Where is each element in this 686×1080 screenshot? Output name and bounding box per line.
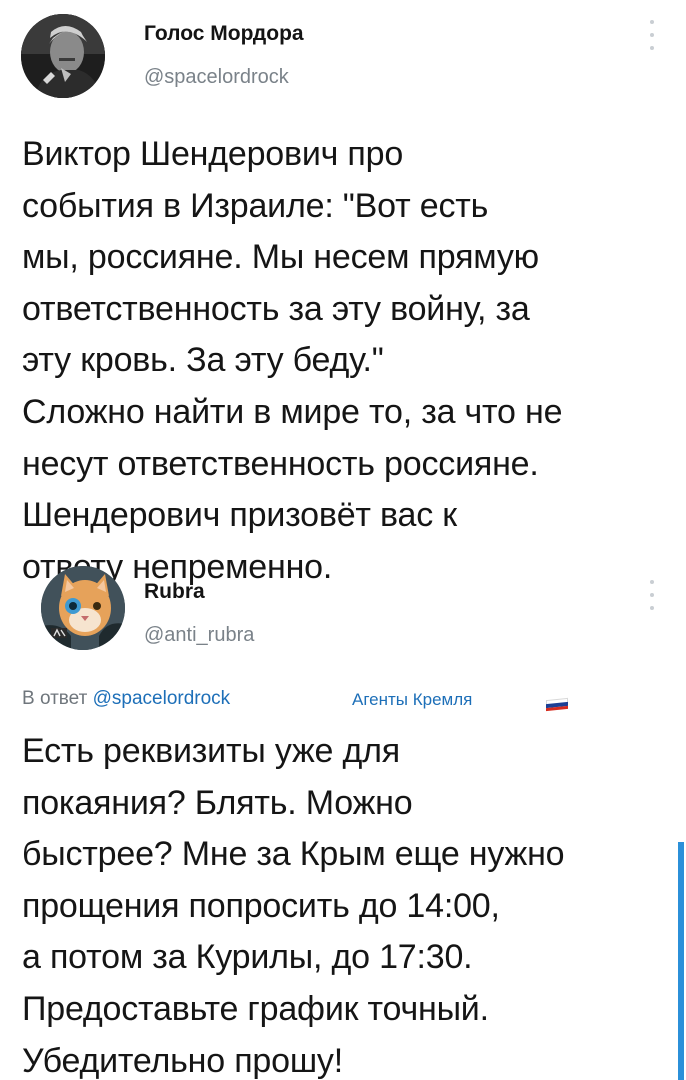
tweet-1-text: Виктор Шендерович про события в Израиле:… xyxy=(22,129,672,593)
reply-context: В ответ @spacelordrock Агенты Кремля xyxy=(22,688,642,718)
reply-mention-link[interactable]: @spacelordrock xyxy=(93,688,231,709)
text-line: Предоставьте график точный. xyxy=(22,989,489,1028)
text-line: покаяния? Блять. Можно xyxy=(22,783,413,822)
text-line: Убедительно прошу! xyxy=(22,1041,343,1080)
account-badge-label: Агенты Кремля xyxy=(352,690,473,709)
tweet-1-header: Голос Мордора @spacelordrock xyxy=(0,0,686,98)
text-line: а потом за Курилы, до 17:30. xyxy=(22,938,473,977)
text-line: Сложно найти в мире то, за что не xyxy=(22,392,563,431)
russian-flag-icon xyxy=(546,697,568,712)
text-line: несут ответственность россияне. xyxy=(22,444,539,483)
text-line: мы, россияне. Мы несем прямую xyxy=(22,238,539,277)
author-handle[interactable]: @spacelordrock xyxy=(144,66,289,89)
tweet-2-header: Rubra @anti_rubra xyxy=(0,566,686,656)
avatar[interactable] xyxy=(41,566,125,650)
author-handle[interactable]: @anti_rubra xyxy=(144,624,254,647)
cat-avatar-icon xyxy=(41,566,125,650)
text-line: Виктор Шендерович про xyxy=(22,135,404,173)
text-line: ответственность за эту войну, за xyxy=(22,289,530,328)
avatar-photo-icon xyxy=(21,14,105,98)
text-line: события в Израиле: "Вот есть xyxy=(22,186,489,225)
text-line: прощения попросить до 14:00, xyxy=(22,886,500,925)
feed: Голос Мордора @spacelordrock Виктор Шенд… xyxy=(0,0,686,1080)
text-line: быстрее? Мне за Крым еще нужно xyxy=(22,835,565,874)
author-name[interactable]: Rubra xyxy=(144,580,205,604)
reply-prefix: В ответ xyxy=(22,688,88,709)
text-line: эту кровь. За эту беду." xyxy=(22,341,384,380)
tweet-2-text: Есть реквизиты уже для покаяния? Блять. … xyxy=(22,726,672,1080)
more-options-icon[interactable] xyxy=(646,580,658,610)
scrollbar-thumb[interactable] xyxy=(678,842,684,1080)
text-line: Шендерович призовёт вас к xyxy=(22,496,457,535)
avatar[interactable] xyxy=(21,14,105,98)
author-name[interactable]: Голос Мордора xyxy=(144,22,304,46)
more-options-icon[interactable] xyxy=(646,20,658,50)
text-line: Есть реквизиты уже для xyxy=(22,732,400,770)
